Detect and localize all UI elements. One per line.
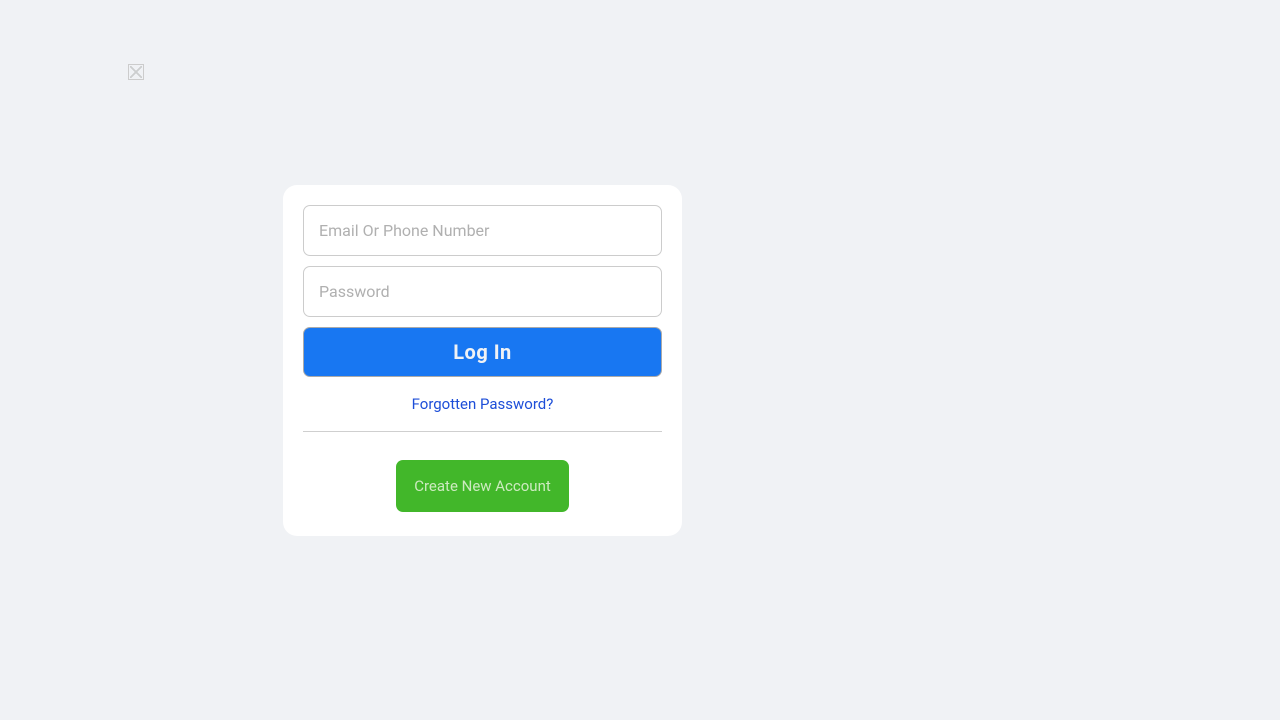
email-field[interactable] (303, 205, 662, 256)
create-account-wrap: Create New Account (303, 460, 662, 516)
password-field[interactable] (303, 266, 662, 317)
divider (303, 431, 662, 432)
logo-container (128, 64, 144, 84)
login-card: Log In Forgotten Password? Create New Ac… (283, 185, 682, 536)
create-account-button[interactable]: Create New Account (396, 460, 569, 512)
login-button[interactable]: Log In (303, 327, 662, 377)
forgot-password-link[interactable]: Forgotten Password? (303, 395, 662, 413)
broken-image-icon (128, 64, 144, 80)
